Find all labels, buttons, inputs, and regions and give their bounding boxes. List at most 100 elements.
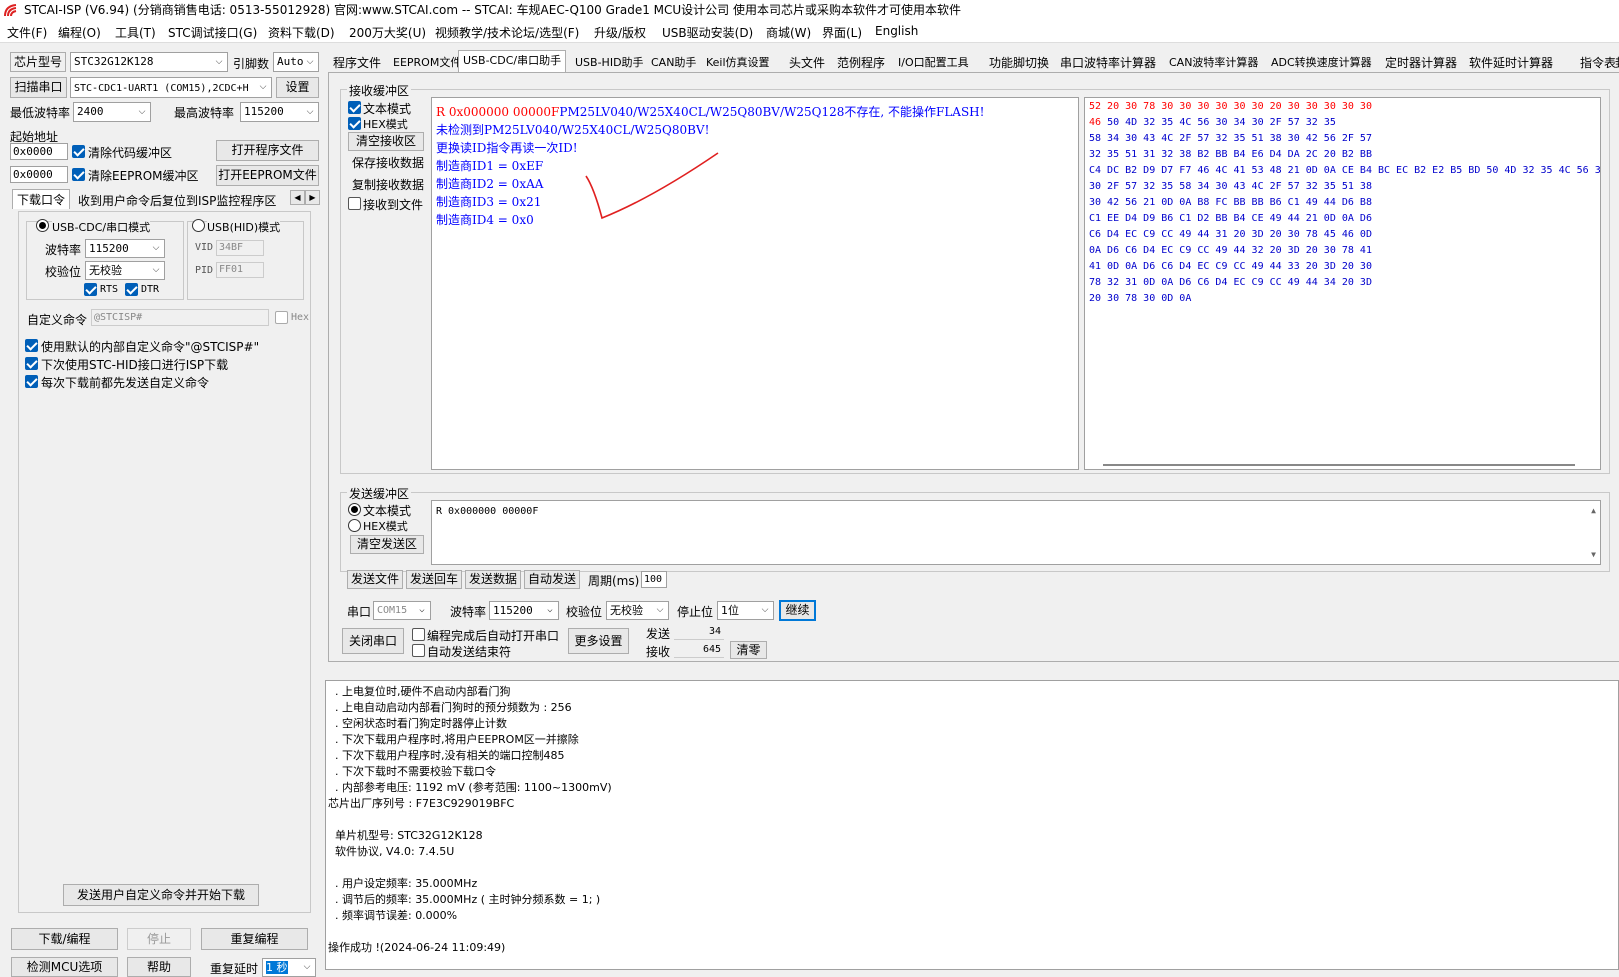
output-log[interactable]: . 上电复位时,硬件不启动内部看门狗 . 上电自动启动内部看门狗时的预分频数为 … bbox=[325, 680, 1619, 970]
tab-scroll-left-icon[interactable]: ◀ bbox=[290, 190, 305, 205]
tab-more[interactable]: 封 bbox=[1610, 52, 1619, 72]
auto-send-button[interactable]: 自动发送 bbox=[524, 570, 580, 589]
rx-hex-area[interactable]: 52 20 30 78 30 30 30 30 30 30 20 30 30 3… bbox=[1084, 97, 1601, 470]
code-address-input[interactable]: 0x0000 bbox=[10, 143, 68, 160]
menu-view[interactable]: 界面(L) bbox=[822, 24, 862, 41]
chip-type-select[interactable]: STC32G12K128 ⌵ bbox=[70, 52, 228, 72]
menu-upgrade[interactable]: 升级/版权 bbox=[594, 24, 646, 41]
rx-hex-mode-checkbox[interactable] bbox=[348, 117, 361, 130]
stop-bits-select[interactable]: 1位 ⌵ bbox=[717, 601, 774, 620]
menu-video[interactable]: 视频教学/技术论坛/选型(F) bbox=[435, 24, 579, 41]
settings-button[interactable]: 设置 bbox=[276, 77, 319, 98]
close-port-button[interactable]: 关闭串口 bbox=[342, 628, 404, 654]
more-settings-button[interactable]: 更多设置 bbox=[568, 628, 629, 654]
auto-end-label: 自动发送结束符 bbox=[427, 645, 512, 659]
serial-port-select[interactable]: COM15 ⌵ bbox=[373, 601, 431, 620]
send-file-button[interactable]: 发送文件 bbox=[347, 570, 403, 589]
tab-reset-to-isp[interactable]: 收到用户命令后复位到ISP监控程序区 bbox=[78, 192, 276, 209]
stop-button[interactable]: 停止 bbox=[127, 928, 191, 950]
tx-text-area[interactable]: R 0x000000 00000F ▲ ▼ bbox=[431, 500, 1601, 565]
serial-parity-select[interactable]: 无校验 ⌵ bbox=[606, 601, 669, 620]
tx-text-mode-radio[interactable] bbox=[348, 503, 361, 516]
chevron-down-icon: ⌵ bbox=[761, 605, 769, 615]
tab-scroll-right-icon[interactable]: ▶ bbox=[305, 190, 320, 205]
vid-input[interactable]: 34BF bbox=[216, 240, 264, 256]
usb-cdc-mode-radio[interactable] bbox=[36, 219, 49, 232]
usb-hid-mode-radio[interactable] bbox=[192, 219, 205, 232]
serial-baud-select[interactable]: 115200 ⌵ bbox=[489, 601, 559, 620]
tab-uart-baud-calc[interactable]: 串口波特率计算器 bbox=[1055, 52, 1161, 72]
eeprom-address-input[interactable]: 0x0000 bbox=[10, 166, 68, 183]
pin-count-select[interactable]: Auto ⌵ bbox=[273, 52, 319, 72]
menu-shop[interactable]: 商城(W) bbox=[766, 24, 811, 41]
tab-eeprom-file[interactable]: EEPROM文件 bbox=[388, 52, 466, 72]
tab-io-config[interactable]: I/O口配置工具 bbox=[893, 52, 974, 72]
use-default-command-checkbox[interactable] bbox=[25, 339, 38, 352]
tab-keil-settings[interactable]: Keil仿真设置 bbox=[701, 52, 775, 72]
pid-input[interactable]: FF01 bbox=[216, 262, 264, 278]
use-hid-next-checkbox[interactable] bbox=[25, 357, 38, 370]
tab-can-assistant[interactable]: CAN助手 bbox=[646, 52, 701, 72]
clear-count-button[interactable]: 清零 bbox=[730, 641, 767, 659]
max-baud-select[interactable]: 115200 ⌵ bbox=[240, 102, 319, 122]
send-custom-first-checkbox[interactable] bbox=[25, 375, 38, 388]
tab-adc-calc[interactable]: ADC转换速度计算器 bbox=[1266, 52, 1377, 72]
period-input[interactable]: 100 bbox=[641, 571, 667, 588]
menu-usb-driver[interactable]: USB驱动安装(D) bbox=[662, 24, 753, 41]
menu-tools[interactable]: 工具(T) bbox=[115, 24, 156, 41]
auto-open-checkbox[interactable] bbox=[412, 628, 425, 641]
usb-hid-mode-label: USB(HID)模式 bbox=[207, 219, 281, 235]
tab-header-file[interactable]: 头文件 bbox=[784, 52, 830, 72]
copy-rx-button[interactable]: 复制接收数据 bbox=[348, 176, 428, 195]
open-program-file-button[interactable]: 打开程序文件 bbox=[216, 140, 319, 161]
clear-code-checkbox[interactable] bbox=[72, 145, 85, 158]
rx-to-file-checkbox[interactable] bbox=[348, 197, 361, 210]
send-data-button[interactable]: 发送数据 bbox=[465, 570, 521, 589]
save-rx-button[interactable]: 保存接收数据 bbox=[348, 154, 428, 173]
menu-english[interactable]: English bbox=[875, 24, 918, 38]
chevron-down-icon: ⌵ bbox=[303, 962, 311, 972]
menu-debug[interactable]: STC调试接口(G) bbox=[168, 24, 257, 41]
tab-pin-switch[interactable]: 功能脚切换 bbox=[984, 52, 1054, 72]
menu-download[interactable]: 资料下载(D) bbox=[268, 24, 335, 41]
tab-examples[interactable]: 范例程序 bbox=[832, 52, 890, 72]
tab-download-password[interactable]: 下载口令 bbox=[12, 189, 71, 209]
tab-delay-calc[interactable]: 软件延时计算器 bbox=[1464, 52, 1558, 72]
menu-program[interactable]: 编程(O) bbox=[58, 24, 101, 41]
menu-prize[interactable]: 200万大奖(U) bbox=[349, 24, 426, 41]
clear-tx-button[interactable]: 清空发送区 bbox=[350, 535, 424, 554]
tab-program-file[interactable]: 程序文件 bbox=[328, 52, 386, 72]
min-baud-select[interactable]: 2400 ⌵ bbox=[73, 102, 151, 122]
rx-text-mode-checkbox[interactable] bbox=[348, 101, 361, 114]
tab-usb-cdc-assistant[interactable]: USB-CDC/串口助手 bbox=[458, 50, 567, 73]
menu-file[interactable]: 文件(F) bbox=[7, 24, 47, 41]
hex-checkbox[interactable] bbox=[275, 311, 288, 324]
hex-horizontal-scrollbar[interactable] bbox=[1103, 464, 1575, 466]
scroll-down-icon[interactable]: ▼ bbox=[1591, 550, 1596, 559]
tab-timer-calc[interactable]: 定时器计算器 bbox=[1380, 52, 1462, 72]
tab-can-baud-calc[interactable]: CAN波特率计算器 bbox=[1164, 52, 1263, 72]
send-custom-and-download-button[interactable]: 发送用户自定义命令并开始下载 bbox=[63, 884, 259, 906]
scan-port-button[interactable]: 扫描串口 bbox=[10, 77, 67, 98]
isp-parity-select[interactable]: 无校验 ⌵ bbox=[85, 261, 165, 280]
port-select[interactable]: STC-CDC1-UART1 (COM15),2CDC+H ⌵ bbox=[70, 77, 272, 98]
scroll-up-icon[interactable]: ▲ bbox=[1591, 506, 1596, 515]
help-button[interactable]: 帮助 bbox=[127, 957, 191, 977]
dtr-checkbox[interactable] bbox=[125, 283, 138, 296]
tx-hex-mode-radio[interactable] bbox=[348, 519, 361, 532]
repeat-program-button[interactable]: 重复编程 bbox=[201, 928, 308, 950]
clear-eeprom-checkbox[interactable] bbox=[72, 168, 85, 181]
repeat-delay-select[interactable]: 1 秒 ⌵ bbox=[262, 958, 316, 977]
custom-command-input[interactable]: @STCISP# bbox=[91, 309, 269, 326]
isp-baud-select[interactable]: 115200 ⌵ bbox=[85, 239, 165, 258]
auto-end-checkbox[interactable] bbox=[412, 644, 425, 657]
download-program-button[interactable]: 下载/编程 bbox=[11, 928, 118, 950]
tab-usb-hid-assistant[interactable]: USB-HID助手 bbox=[570, 52, 649, 72]
open-eeprom-file-button[interactable]: 打开EEPROM文件 bbox=[216, 165, 319, 186]
check-mcu-options-button[interactable]: 检测MCU选项 bbox=[11, 957, 118, 977]
continue-button[interactable]: 继续 bbox=[779, 600, 816, 621]
send-return-button[interactable]: 发送回车 bbox=[406, 570, 462, 589]
clear-rx-button[interactable]: 清空接收区 bbox=[348, 132, 424, 151]
rts-checkbox[interactable] bbox=[84, 283, 97, 296]
rx-text-area[interactable]: R 0x000000 00000FPM25LV040/W25X40CL/W25Q… bbox=[431, 97, 1079, 470]
